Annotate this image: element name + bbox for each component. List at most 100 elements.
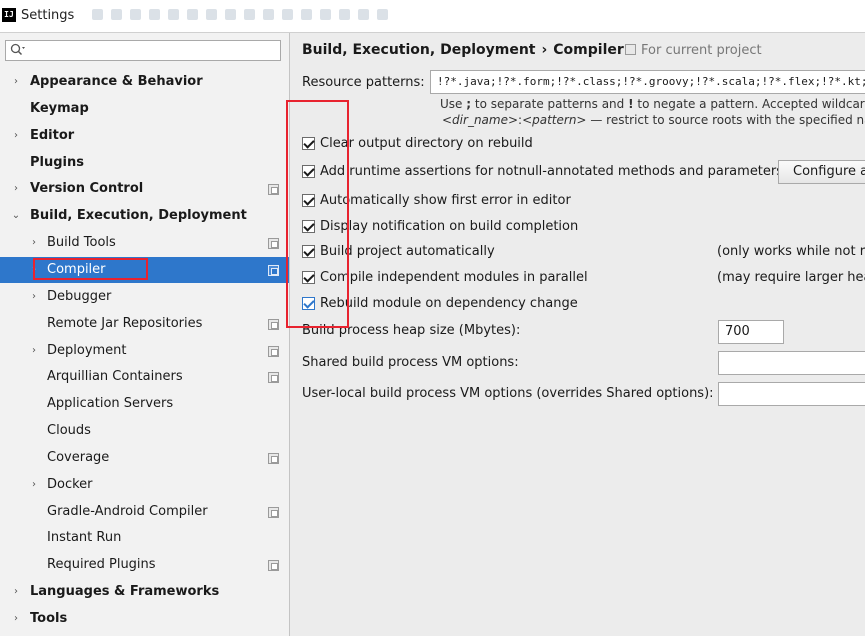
chevron-down-icon[interactable]: ⌄ [11,203,21,229]
window-title: Settings [21,8,75,23]
sidebar-item-required-plugins[interactable]: Required Plugins [0,552,289,578]
chevron-right-icon[interactable]: › [11,176,21,202]
sidebar-item-label: Build Tools [47,235,116,250]
project-scope-icon [268,319,279,330]
sidebar-item-label: Docker [47,477,93,492]
title-bar: IJ Settings [0,0,865,33]
user-local-vm-options-input[interactable] [718,382,865,406]
sidebar-item-gradle-android-compiler[interactable]: Gradle-Android Compiler [0,499,289,525]
sidebar-item-keymap[interactable]: Keymap [0,96,289,122]
shared-vm-options-label: Shared build process VM options: [302,355,519,370]
checkbox[interactable] [302,220,315,233]
sidebar-item-remote-jar-repositories[interactable]: Remote Jar Repositories [0,311,289,337]
user-local-vm-options-label: User-local build process VM options (ove… [302,386,714,401]
option-note: (only works while not running / debuggin… [717,244,865,259]
sidebar-item-clouds[interactable]: Clouds [0,418,289,444]
search-icon [10,43,25,56]
compiler-settings-panel: Build, Execution, Deployment › Compiler Fo… [290,33,865,636]
sidebar-item-coverage[interactable]: Coverage [0,445,289,471]
checkbox-label[interactable]: Compile independent modules in parallel [320,268,588,288]
sidebar-item-application-servers[interactable]: Application Servers [0,391,289,417]
sidebar-item-appearance-behavior[interactable]: › Appearance & Behavior [0,69,289,95]
breadcrumb-parent[interactable]: Build, Execution, Deployment [302,42,536,58]
sidebar-item-debugger[interactable]: › Debugger [0,284,289,310]
checkbox-label[interactable]: Rebuild module on dependency change [320,294,578,314]
sidebar-item-version-control[interactable]: › Version Control [0,176,289,202]
sidebar-item-compiler[interactable]: › Compiler [0,257,289,283]
checkbox[interactable] [302,271,315,284]
settings-search-input[interactable] [5,40,281,61]
chevron-right-icon[interactable]: › [11,123,21,149]
chevron-right-icon[interactable]: › [29,230,39,256]
sidebar-item-docker[interactable]: › Docker [0,472,289,498]
configure-annotations-button[interactable]: Configure annotations... [778,160,865,184]
resource-patterns-hint: Use ; to separate patterns and ! to nega… [440,97,865,111]
checkbox-label[interactable]: Automatically show first error in editor [320,191,571,211]
resource-patterns-input[interactable]: !?*.java;!?*.form;!?*.class;!?*.groovy;!… [430,70,865,94]
heap-size-input[interactable]: 700 [718,320,784,344]
chevron-right-icon[interactable]: › [29,472,39,498]
project-scope-icon [268,265,279,276]
resource-patterns-hint-2: <dir_name>:<pattern> — restrict to sourc… [442,113,865,127]
project-scope-icon [268,372,279,383]
shared-vm-options-input[interactable] [718,351,865,375]
background-toolbar [92,9,388,23]
sidebar-item-label: Gradle-Android Compiler [47,504,208,519]
project-scope-icon [625,44,636,55]
sidebar-item-label: Arquillian Containers [47,369,183,384]
chevron-right-icon[interactable]: › [29,338,39,364]
checkbox-label[interactable]: Display notification on build completion [320,217,578,237]
sidebar-item-label: Compiler [47,262,106,277]
project-scope-icon [268,346,279,357]
sidebar-item-label: Languages & Frameworks [30,584,220,599]
checkbox[interactable] [302,165,315,178]
chevron-right-icon[interactable]: › [29,257,39,283]
checkbox[interactable] [302,194,315,207]
chevron-right-icon[interactable]: › [11,579,21,605]
sidebar-item-build-execution-deployment[interactable]: ⌄ Build, Execution, Deployment [0,203,289,229]
sidebar-item-label: Appearance & Behavior [30,74,203,89]
project-scope-icon [268,453,279,464]
sidebar-item-tools[interactable]: › Tools [0,606,289,632]
sidebar-item-languages-frameworks[interactable]: › Languages & Frameworks [0,579,289,605]
sidebar-item-label: Version Control [30,181,144,196]
checkbox-label[interactable]: Add runtime assertions for notnull-annot… [320,162,783,182]
project-scope-icon [268,184,279,195]
sidebar-item-label: Plugins [30,155,84,170]
project-scope-icon [268,238,279,249]
resource-patterns-label: Resource patterns: [302,75,425,90]
sidebar-item-label: Keymap [30,101,89,116]
sidebar-item-label: Application Servers [47,396,174,411]
sidebar-item-label: Tools [30,611,68,626]
sidebar-item-instant-run[interactable]: Instant Run [0,525,289,551]
checkbox-label[interactable]: Clear output directory on rebuild [320,134,533,154]
checkbox-label[interactable]: Build project automatically [320,242,495,262]
sidebar-item-label: Instant Run [47,530,122,545]
settings-sidebar: › Appearance & Behavior Keymap › Editor Plugi… [0,33,290,636]
scope-label: For current project [641,43,762,58]
sidebar-item-arquillian-containers[interactable]: Arquillian Containers [0,364,289,390]
chevron-right-icon[interactable]: › [11,606,21,632]
sidebar-item-label: Remote Jar Repositories [47,316,203,331]
chevron-right-icon[interactable]: › [29,284,39,310]
sidebar-item-editor[interactable]: › Editor [0,123,289,149]
heap-size-label: Build process heap size (Mbytes): [302,323,521,338]
project-scope-icon [268,560,279,571]
sidebar-item-label: Debugger [47,289,112,304]
sidebar-item-label: Clouds [47,423,91,438]
breadcrumb-current: Compiler [553,42,624,58]
sidebar-item-label: Editor [30,128,75,143]
sidebar-item-build-tools[interactable]: › Build Tools [0,230,289,256]
sidebar-item-deployment[interactable]: › Deployment [0,338,289,364]
intellij-app-icon: IJ [2,8,16,22]
breadcrumb-separator: › [541,42,548,58]
sidebar-item-label: Required Plugins [47,557,156,572]
checkbox[interactable] [302,297,315,310]
sidebar-item-label: Coverage [47,450,110,465]
checkbox[interactable] [302,245,315,258]
chevron-right-icon[interactable]: › [11,69,21,95]
project-scope-icon [268,507,279,518]
checkbox[interactable] [302,137,315,150]
breadcrumb: Build, Execution, Deployment › Compiler [302,42,624,58]
sidebar-item-plugins[interactable]: Plugins [0,150,289,176]
